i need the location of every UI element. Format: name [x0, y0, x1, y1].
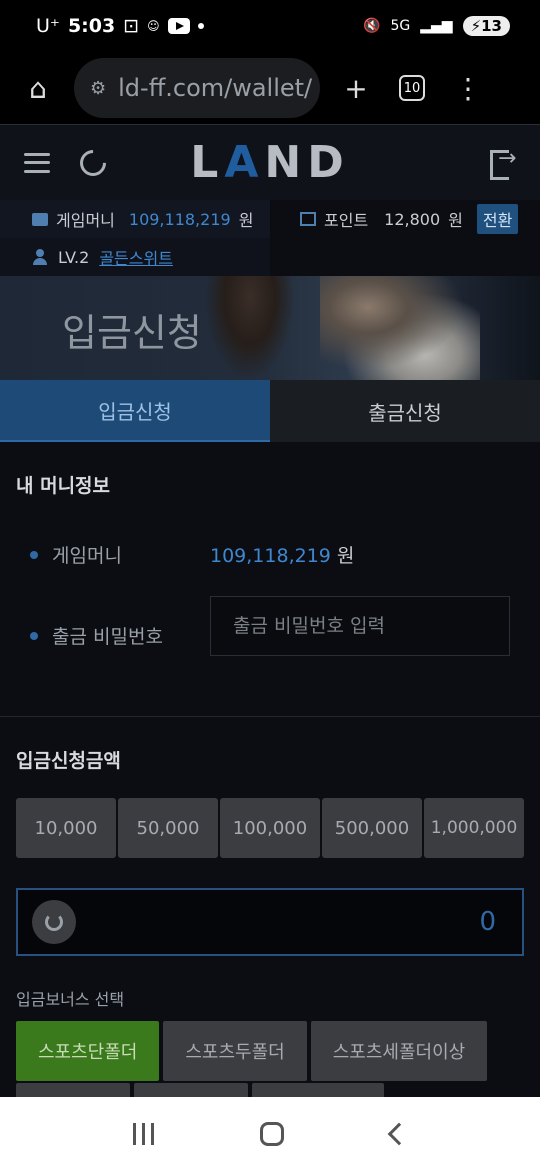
site-header: LAND	[0, 124, 540, 200]
quick-amount-buttons: 10,000 50,000 100,000 500,000 1,000,000	[16, 798, 524, 858]
logo-text-left: L	[190, 137, 225, 188]
screenshot-icon: ⊡	[123, 15, 140, 37]
game-money-row-value: 109,118,219 원	[210, 541, 354, 568]
battery-level: 13	[481, 17, 502, 35]
game-money-label: 게임머니	[56, 211, 115, 230]
back-nav-icon[interactable]	[387, 1122, 411, 1145]
game-money-row-label: 게임머니	[52, 545, 122, 567]
bonus-option-double[interactable]: 스포츠두폴더	[163, 1021, 307, 1081]
reset-amount-button[interactable]	[32, 900, 76, 944]
bonus-select-title: 입금보너스 선택	[16, 990, 125, 1009]
section-divider	[0, 716, 540, 717]
game-money-amount: 109,118,219	[210, 545, 331, 567]
game-money-unit: 원	[238, 211, 254, 230]
reset-icon	[45, 913, 63, 931]
game-money-row: 게임머니	[30, 541, 122, 568]
tab-count: 10	[399, 75, 425, 101]
banner-player-image	[205, 276, 295, 380]
convert-button[interactable]: 전환	[476, 204, 519, 234]
site-logo[interactable]: LAND	[190, 137, 349, 188]
bullet-icon	[30, 631, 38, 640]
amount-button-1000000[interactable]: 1,000,000	[424, 798, 524, 858]
home-button[interactable]: ⌂	[18, 68, 58, 108]
point-label: 포인트	[324, 211, 369, 230]
refresh-icon[interactable]	[74, 144, 112, 181]
deposit-amount-title: 입금신청금액	[16, 750, 121, 772]
amount-button-100000[interactable]: 100,000	[220, 798, 320, 858]
point-value: 12,800	[384, 209, 441, 229]
point-unit: 원	[448, 211, 463, 230]
gift-icon	[300, 212, 316, 226]
battery-indicator: ⚡13	[462, 16, 510, 36]
wallet-icon	[32, 212, 48, 226]
point-summary: 포인트 12,800 원 전환	[270, 200, 540, 238]
level-label: LV.2	[58, 247, 90, 267]
deposit-amount-value: 0	[479, 907, 496, 937]
banner-player-image	[320, 276, 480, 380]
network-type: 5G	[390, 18, 411, 34]
logout-icon[interactable]	[490, 146, 516, 180]
bullet-icon	[30, 550, 38, 559]
home-nav-icon[interactable]	[260, 1121, 285, 1146]
page-banner: 입금신청	[0, 276, 540, 380]
url-text: ld-ff.com/wallet/	[118, 74, 313, 102]
level-name-link[interactable]: 골든스위트	[99, 245, 173, 269]
banner-title: 입금신청	[62, 311, 202, 355]
bonus-options: 스포츠단폴더 스포츠두폴더 스포츠세폴더이상	[16, 1021, 488, 1081]
youtube-icon	[167, 18, 190, 34]
level-info: LV.2 골든스위트	[0, 238, 270, 276]
game-money-value: 109,118,219	[128, 209, 231, 229]
notification-dot-icon	[197, 23, 204, 29]
deposit-amount-field[interactable]: 0	[16, 888, 524, 956]
address-bar[interactable]: ⚙ ld-ff.com/wallet/	[74, 58, 320, 118]
bonus-option-single[interactable]: 스포츠단폴더	[16, 1021, 160, 1081]
withdraw-password-input[interactable]	[210, 596, 510, 656]
site-settings-icon[interactable]: ⚙	[90, 78, 106, 99]
bank-app-icon: ☺	[147, 19, 160, 33]
clock: 5:03	[67, 15, 116, 37]
mute-icon: 🔇	[363, 18, 381, 34]
amount-button-10000[interactable]: 10,000	[16, 798, 116, 858]
amount-button-500000[interactable]: 500,000	[322, 798, 422, 858]
game-money-summary: 게임머니 109,118,219 원	[0, 200, 270, 238]
carrier-label: U⁺	[36, 15, 60, 37]
user-icon	[32, 249, 48, 265]
logo-text-right: ND	[264, 137, 350, 188]
game-money-amount-unit: 원	[336, 545, 355, 567]
withdraw-password-label: 출금 비밀번호	[52, 626, 163, 648]
bonus-option-triple[interactable]: 스포츠세폴더이상	[310, 1021, 488, 1081]
status-bar: U⁺ 5:03 ⊡ ☺ 🔇 5G ▂▄▆ ⚡13	[0, 0, 540, 52]
menu-icon[interactable]	[24, 152, 50, 173]
signal-icon: ▂▄▆	[420, 18, 453, 34]
system-nav-bar	[0, 1097, 540, 1170]
withdraw-password-row: 출금 비밀번호	[30, 622, 163, 649]
tab-withdraw[interactable]: 출금신청	[270, 380, 540, 442]
browser-toolbar: ⌂ ⚙ ld-ff.com/wallet/ + 10 ⋮	[0, 52, 540, 124]
recent-apps-icon[interactable]	[133, 1122, 155, 1145]
browser-menu-button[interactable]: ⋮	[448, 68, 488, 108]
money-info-title: 내 머니정보	[16, 475, 111, 497]
amount-button-50000[interactable]: 50,000	[118, 798, 218, 858]
tab-deposit[interactable]: 입금신청	[0, 380, 270, 442]
tab-switcher-button[interactable]: 10	[392, 68, 432, 108]
logo-text-accent: A	[224, 137, 265, 188]
new-tab-button[interactable]: +	[336, 68, 376, 108]
wallet-tabs: 입금신청 출금신청	[0, 380, 540, 442]
account-info-bar: 게임머니 109,118,219 원 포인트 12,800 원 전환	[0, 200, 540, 238]
